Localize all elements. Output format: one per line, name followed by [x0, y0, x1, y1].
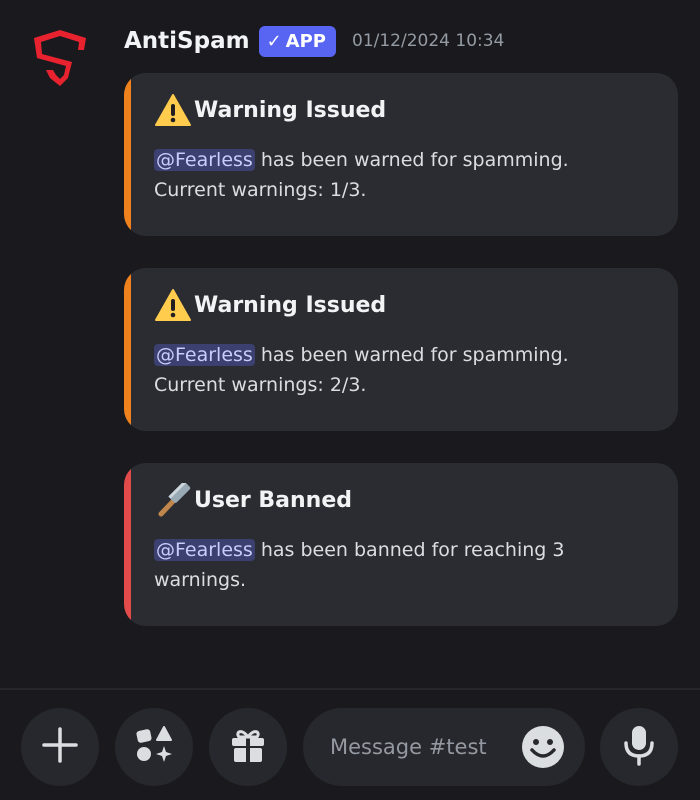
warning-icon	[154, 93, 194, 127]
message-header: AntiSpam ✓ APP 01/12/2024 10:34	[124, 24, 504, 58]
embed-desc-line2: Current warnings: 2/3.	[154, 374, 367, 396]
embed-desc-line1: has been banned for reaching 3	[254, 539, 565, 561]
author-name[interactable]: AntiSpam	[124, 28, 250, 54]
embed-accent-bar	[124, 73, 131, 236]
voice-message-button[interactable]	[600, 708, 678, 786]
embed-title: Warning Issued	[154, 288, 656, 322]
embed-desc-line2: warnings.	[154, 569, 247, 591]
embed-title-text: User Banned	[194, 487, 352, 513]
embed-title-text: Warning Issued	[194, 292, 387, 318]
gift-button[interactable]	[209, 708, 287, 786]
add-attachment-button[interactable]	[21, 708, 99, 786]
apps-button[interactable]	[115, 708, 193, 786]
embed-title: User Banned	[154, 483, 656, 517]
user-mention[interactable]: @Fearless	[154, 344, 255, 366]
message-list: AntiSpam ✓ APP 01/12/2024 10:34 Warning …	[0, 0, 700, 688]
message-input-placeholder: Message #test	[330, 735, 487, 759]
hammer-icon	[154, 483, 194, 517]
app-badge-label: APP	[285, 30, 326, 52]
user-mention[interactable]: @Fearless	[154, 539, 255, 561]
plus-icon	[40, 725, 80, 769]
embed-description: @Fearless has been warned for spamming. …	[154, 340, 656, 400]
embed-desc-line2: Current warnings: 1/3.	[154, 179, 367, 201]
microphone-icon	[619, 723, 659, 771]
verified-check-icon: ✓	[266, 30, 282, 52]
embed-warning-1: Warning Issued @Fearless has been warned…	[124, 73, 678, 236]
app-badge: ✓ APP	[258, 25, 336, 57]
composer-divider	[0, 688, 700, 690]
user-mention[interactable]: @Fearless	[154, 149, 255, 171]
embed-title-text: Warning Issued	[194, 97, 387, 123]
embed-title: Warning Issued	[154, 93, 656, 127]
embed-description: @Fearless has been warned for spamming. …	[154, 145, 656, 205]
embed-accent-bar	[124, 268, 131, 431]
message-input[interactable]: Message #test	[303, 708, 585, 786]
antispam-avatar-icon[interactable]	[26, 26, 94, 94]
warning-icon	[154, 288, 194, 322]
embed-accent-bar	[124, 463, 131, 626]
gift-icon	[228, 725, 268, 769]
embed-ban: User Banned @Fearless has been banned fo…	[124, 463, 678, 626]
message-timestamp: 01/12/2024 10:34	[352, 31, 505, 51]
embed-desc-line1: has been warned for spamming.	[254, 344, 569, 366]
emoji-icon[interactable]	[521, 725, 565, 769]
embed-description: @Fearless has been banned for reaching 3…	[154, 535, 656, 595]
embed-warning-2: Warning Issued @Fearless has been warned…	[124, 268, 678, 431]
embed-desc-line1: has been warned for spamming.	[254, 149, 569, 171]
apps-icon	[132, 723, 176, 771]
